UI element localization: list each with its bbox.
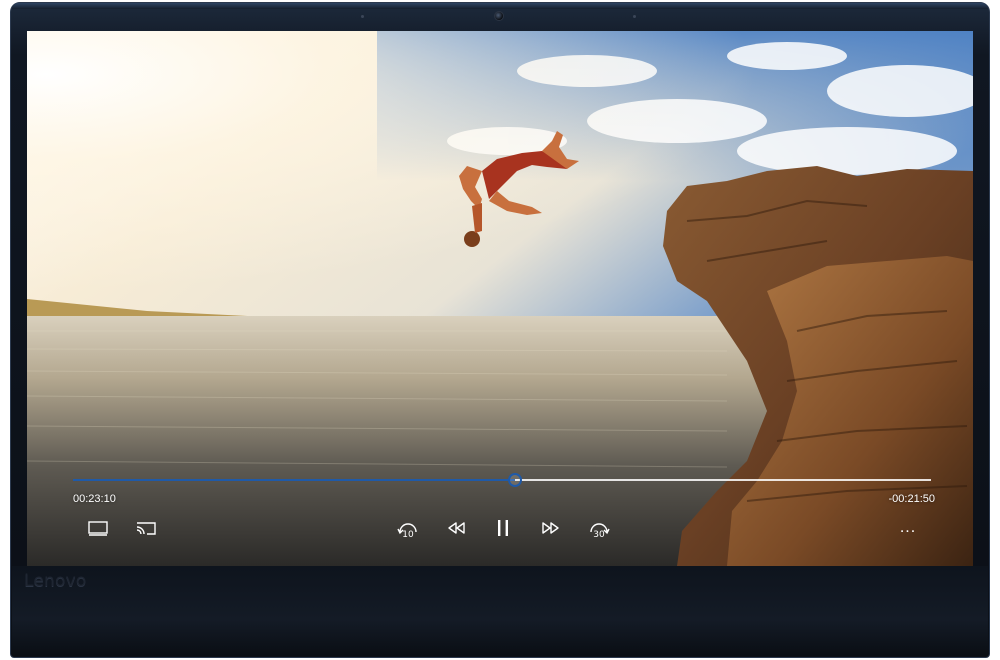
remaining-time: -00:21:50 — [888, 493, 935, 505]
cast-to-device-icon — [136, 522, 156, 535]
more-options-button[interactable]: ... — [893, 515, 923, 541]
skip-back-label: 10 — [402, 530, 414, 540]
miniview-button[interactable] — [83, 515, 113, 541]
brand-logo: Lenovo — [24, 571, 87, 591]
miniview-icon — [88, 521, 108, 536]
seek-bar-played — [73, 479, 515, 481]
laptop-lid-edge — [12, 3, 988, 9]
seek-bar[interactable] — [73, 473, 931, 487]
webcam — [494, 11, 504, 21]
rewind-button[interactable] — [441, 515, 471, 541]
more-options-icon: ... — [899, 519, 917, 536]
pause-button[interactable] — [488, 515, 518, 541]
pause-icon — [498, 520, 508, 536]
fast-forward-button[interactable] — [536, 515, 566, 541]
video-frame — [27, 31, 973, 566]
cast-to-device-button[interactable] — [131, 515, 161, 541]
display-screen: 00:23:10 -00:21:50 10 30 ... — [27, 31, 973, 566]
skip-back-button[interactable]: 10 — [393, 515, 423, 541]
skip-forward-button[interactable]: 30 — [584, 515, 614, 541]
laptop-bottom-bezel — [12, 566, 988, 656]
skip-forward-label: 30 — [593, 530, 605, 540]
elapsed-time: 00:23:10 — [73, 493, 116, 505]
ambient-sensor — [361, 15, 364, 18]
rewind-icon — [448, 522, 465, 534]
microphone — [633, 15, 636, 18]
fast-forward-icon — [542, 522, 559, 534]
seek-bar-thumb[interactable] — [507, 473, 522, 487]
